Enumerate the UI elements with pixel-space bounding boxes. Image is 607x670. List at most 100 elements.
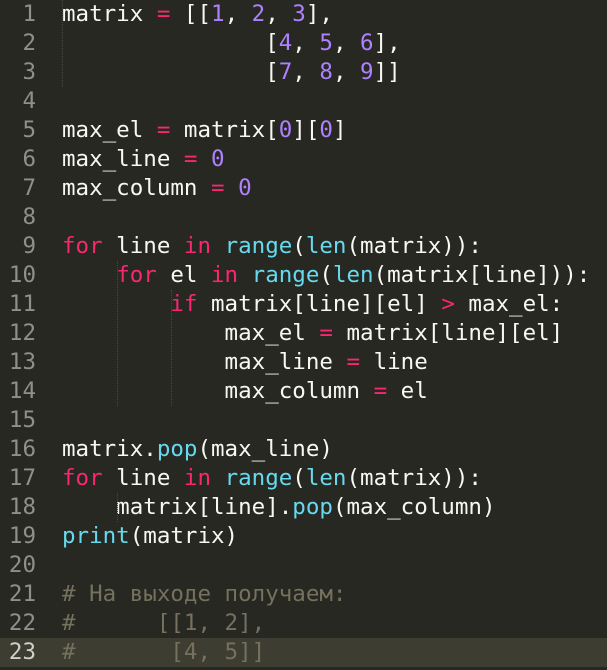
code-token: (max_line) [197,436,333,462]
operator-token: = [211,175,225,201]
line-number: 10 [8,262,36,288]
code-line[interactable]: 7 max_column = 0 [0,174,607,203]
code-line[interactable]: 19 print(matrix) [0,522,607,551]
code-line[interactable]: 6 max_line = 0 [0,145,607,174]
builtin-token: len [305,465,347,491]
builtin-token: pop [156,436,198,462]
keyword-token: in [183,465,212,491]
line-number: 16 [8,436,36,462]
code-token: , [332,30,361,56]
line-number: 23 [8,639,36,665]
code-text: matrix.pop(max_line) [62,435,333,464]
code-line[interactable]: 11 if matrix[line][el] > max_el: [0,290,607,319]
code-line[interactable]: 8 [0,203,607,232]
code-token: (matrix[line])): [373,262,591,288]
line-number: 7 [22,175,36,201]
code-line[interactable]: 2 [4, 5, 6], [0,29,607,58]
comment-token: # [[1, 2], [62,610,266,636]
code-line[interactable]: 3 [7, 8, 9]] [0,58,607,87]
identifier-token: max_line [62,146,171,172]
code-line[interactable]: 13 max_line = line [0,348,607,377]
line-number: 22 [8,610,36,636]
operator-token: = [156,1,171,27]
number-token: 1 [211,1,225,27]
number-token: 9 [360,59,374,85]
builtin-token: range [224,465,293,491]
code-line[interactable]: 1 matrix = [[1, 2, 3], [0,0,607,29]
comment-token: # На выходе получаем: [62,581,347,607]
code-line[interactable]: 17 for line in range(len(matrix)): [0,464,607,493]
keyword-token: if [170,291,198,317]
code-text: if matrix[line][el] > max_el: [62,290,563,319]
code-token: [[ [170,1,212,27]
builtin-token: range [224,233,293,259]
line-number: 15 [8,407,36,433]
code-text: print(matrix) [62,522,238,551]
code-line[interactable]: 9 for line in range(len(matrix)): [0,232,607,261]
code-text: for line in range(len(matrix)): [62,464,482,493]
code-text: # [4, 5]] [62,638,265,667]
keyword-token: for [62,465,103,491]
code-line[interactable]: 22 # [[1, 2], [0,609,607,638]
code-text: max_column = 0 [62,174,252,203]
indent-guide [171,290,173,406]
code-line[interactable]: 10 for el in range(len(matrix[line])): [0,261,607,290]
code-token: line [102,233,184,259]
indent-guide [62,0,63,87]
code-text: max_el = matrix[line][el] [62,319,564,348]
code-line[interactable]: 14 max_column = el [0,377,607,406]
code-line[interactable]: 21 # На выходе получаем: [0,580,607,609]
operator-token: > [441,291,455,317]
code-token: matrix. [62,436,157,462]
operator-token: = [373,378,388,404]
builtin-token: range [251,262,320,288]
code-editor[interactable]: 1 matrix = [[1, 2, 3], 2 [4, 5, 6], 3 [7, 8… [0,0,607,670]
code-token: matrix[line][el] [197,291,442,317]
line-number: 19 [8,523,36,549]
code-token: ( [292,233,306,259]
code-token: (matrix)): [346,465,482,491]
keyword-token: in [211,262,239,288]
identifier-token: matrix [62,1,144,27]
code-token: (matrix)): [346,233,482,259]
code-line[interactable]: 20 [0,551,607,580]
code-line[interactable]: 18 matrix[line].pop(max_column) [0,493,607,522]
line-number: 14 [8,378,36,404]
code-token: max_el: [454,291,564,317]
code-line[interactable]: 23 # [4, 5]] [0,638,607,667]
identifier-token: max_el [62,117,144,143]
code-text: max_el = matrix[0][0] [62,116,346,145]
code-text: matrix = [[1, 2, 3], [62,0,333,29]
number-token: 6 [360,30,374,56]
code-token: , [292,59,320,85]
number-token: 0 [238,175,252,201]
code-token: max_column [62,378,374,404]
code-token: line [360,349,428,375]
line-number: 3 [22,59,36,85]
code-text: for el in range(len(matrix[line])): [62,261,590,290]
operator-token: = [183,146,198,172]
code-text: for line in range(len(matrix)): [62,232,482,261]
code-line[interactable]: 4 [0,87,607,116]
code-token: max_line [62,349,347,375]
operator-token: = [156,117,171,143]
line-number: 5 [22,117,36,143]
code-line[interactable]: 5 max_el = matrix[0][0] [0,116,607,145]
code-token: , [224,1,252,27]
code-line[interactable]: 12 max_el = matrix[line][el] [0,319,607,348]
code-text: [7, 8, 9]] [62,58,400,87]
number-token: 3 [292,1,306,27]
code-token: [ [62,59,279,85]
code-text: max_line = 0 [62,145,225,174]
builtin-token: len [305,233,347,259]
identifier-token: max_column [62,175,198,201]
code-line[interactable]: 16 matrix.pop(max_line) [0,435,607,464]
code-token: el [387,378,428,404]
number-token: 0 [319,117,333,143]
code-line[interactable]: 15 [0,406,607,435]
